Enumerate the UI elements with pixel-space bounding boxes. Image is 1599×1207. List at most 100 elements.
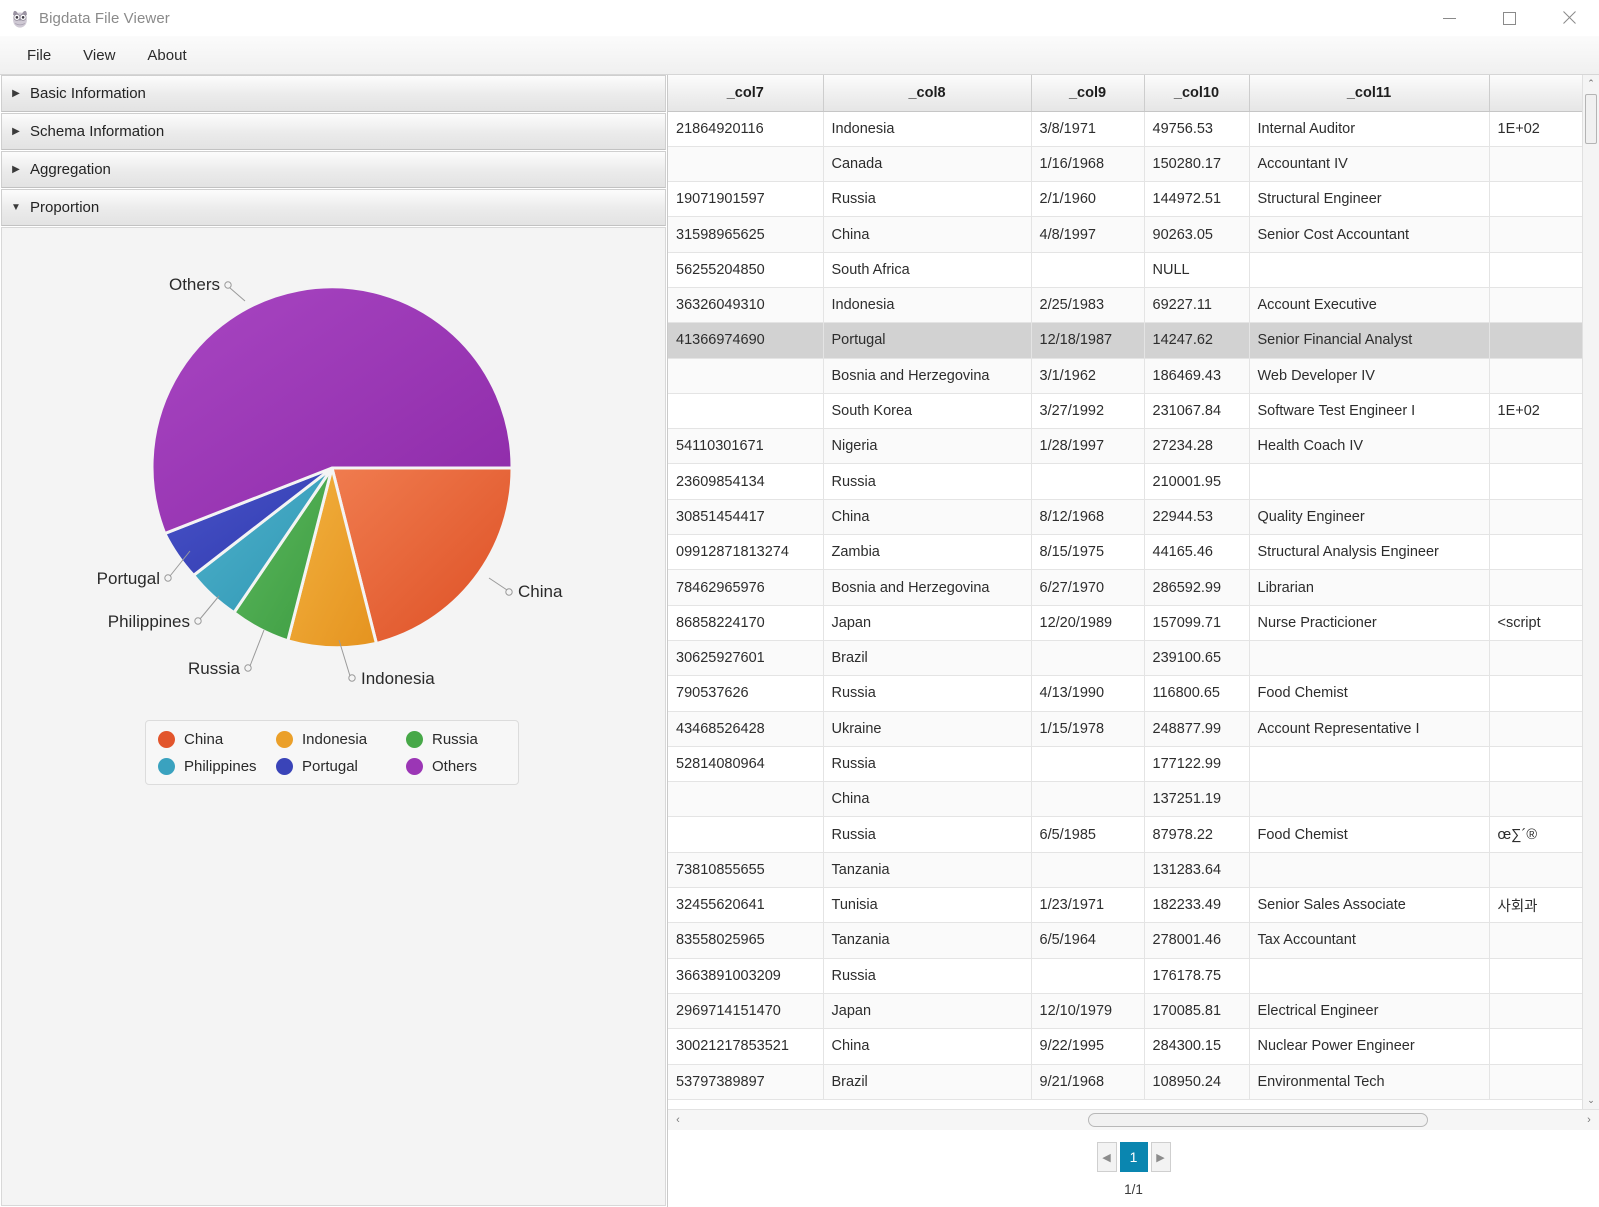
table-cell[interactable]: 239100.65 <box>1144 640 1250 677</box>
table-cell[interactable]: 3/1/1962 <box>1031 358 1145 394</box>
table-cell[interactable]: 157099.71 <box>1144 605 1250 641</box>
table-cell[interactable] <box>1489 358 1582 394</box>
table-cell[interactable]: 116800.65 <box>1144 675 1250 712</box>
table-cell[interactable]: 9/22/1995 <box>1031 1028 1145 1065</box>
table-cell[interactable]: Canada <box>823 146 1032 183</box>
table-cell[interactable]: NULL <box>1144 252 1250 288</box>
table-cell[interactable]: Russia <box>823 746 1032 783</box>
table-cell[interactable]: China <box>823 499 1032 536</box>
table-cell[interactable] <box>668 781 824 818</box>
table-cell[interactable] <box>1489 322 1582 359</box>
table-cell[interactable] <box>1489 569 1582 606</box>
scroll-left-icon[interactable]: ‹ <box>668 1114 688 1126</box>
table-cell[interactable]: 2/1/1960 <box>1031 181 1145 218</box>
table-row[interactable]: 21864920116 Indonesia 3/8/1971 49756.53 Inte… <box>668 111 1582 147</box>
table-cell[interactable]: 210001.95 <box>1144 463 1250 500</box>
table-cell[interactable]: 90263.05 <box>1144 216 1250 253</box>
table-cell[interactable]: Bosnia and Herzegovina <box>823 569 1032 606</box>
table-cell[interactable]: Indonesia <box>823 287 1032 324</box>
table-cell[interactable] <box>1489 499 1582 536</box>
table-cell[interactable]: Health Coach IV <box>1249 428 1490 465</box>
close-button[interactable] <box>1539 0 1599 36</box>
table-cell[interactable] <box>1249 640 1490 677</box>
table-row[interactable]: 56255204850 South Africa NULL <box>668 252 1582 288</box>
table-cell[interactable] <box>1489 922 1582 959</box>
table-row[interactable]: China 137251.19 <box>668 781 1582 818</box>
next-page-button[interactable]: ▶ <box>1150 1142 1171 1172</box>
table-cell[interactable] <box>1489 252 1582 288</box>
table-row[interactable]: 52814080964 Russia 177122.99 <box>668 746 1582 783</box>
table-cell[interactable]: Portugal <box>823 322 1032 359</box>
legend-item-philippines[interactable]: Philippines <box>158 758 257 775</box>
legend-item-others[interactable]: Others <box>406 758 477 775</box>
menu-file[interactable]: File <box>16 43 62 68</box>
table-cell[interactable]: 31598965625 <box>668 216 824 253</box>
table-cell[interactable] <box>1249 463 1490 500</box>
legend-item-china[interactable]: China <box>158 731 223 748</box>
table-cell[interactable]: Bosnia and Herzegovina <box>823 358 1032 394</box>
table-cell[interactable]: 12/18/1987 <box>1031 322 1145 359</box>
table-cell[interactable]: 137251.19 <box>1144 781 1250 818</box>
table-cell[interactable]: Indonesia <box>823 111 1032 147</box>
table-cell[interactable]: 2/25/1983 <box>1031 287 1145 324</box>
table-cell[interactable] <box>1249 852 1490 889</box>
table-cell[interactable] <box>1489 675 1582 712</box>
table-row[interactable]: 3663891003209 Russia 176178.75 <box>668 958 1582 994</box>
table-cell[interactable]: 6/5/1964 <box>1031 922 1145 959</box>
table-cell[interactable]: Russia <box>823 958 1032 994</box>
table-cell[interactable]: 182233.49 <box>1144 887 1250 924</box>
table-cell[interactable]: 73810855655 <box>668 852 824 889</box>
column-header-col12[interactable] <box>1489 75 1582 112</box>
table-cell[interactable]: 23609854134 <box>668 463 824 500</box>
table-cell[interactable] <box>1489 146 1582 183</box>
table-cell[interactable]: 32455620641 <box>668 887 824 924</box>
table-cell[interactable]: Senior Sales Associate <box>1249 887 1490 924</box>
menu-about[interactable]: About <box>136 43 197 68</box>
table-cell[interactable]: 12/20/1989 <box>1031 605 1145 641</box>
table-cell[interactable]: Senior Financial Analyst <box>1249 322 1490 359</box>
table-row[interactable]: 36326049310 Indonesia 2/25/1983 69227.11 Acc… <box>668 287 1582 324</box>
table-row[interactable]: 78462965976 Bosnia and Herzegovina 6/27/19… <box>668 569 1582 606</box>
table-cell[interactable] <box>1031 958 1145 994</box>
table-cell[interactable] <box>1249 746 1490 783</box>
table-cell[interactable]: 43468526428 <box>668 711 824 747</box>
table-cell[interactable]: 144972.51 <box>1144 181 1250 218</box>
table-cell[interactable] <box>1031 463 1145 500</box>
table-cell[interactable]: 87978.22 <box>1144 816 1250 853</box>
table-cell[interactable]: 1E+02 <box>1489 393 1582 430</box>
menu-view[interactable]: View <box>72 43 126 68</box>
table-cell[interactable] <box>668 393 824 430</box>
table-cell[interactable]: Ukraine <box>823 711 1032 747</box>
table-row[interactable]: 41366974690 Portugal 12/18/1987 14247.62 Sen… <box>668 322 1582 359</box>
table-cell[interactable] <box>1489 216 1582 253</box>
horizontal-scroll-track[interactable] <box>688 1110 1579 1130</box>
table-cell[interactable]: Account Representative I <box>1249 711 1490 747</box>
table-cell[interactable] <box>1031 746 1145 783</box>
table-row[interactable]: Russia 6/5/1985 87978.22 Food Chemist œ∑´® <box>668 816 1582 853</box>
table-cell[interactable] <box>1249 252 1490 288</box>
table-cell[interactable]: Quality Engineer <box>1249 499 1490 536</box>
table-cell[interactable]: 1/15/1978 <box>1031 711 1145 747</box>
table-cell[interactable]: 2969714151470 <box>668 993 824 1030</box>
table-row[interactable]: 19071901597 Russia 2/1/1960 144972.51 Struct… <box>668 181 1582 218</box>
table-cell[interactable] <box>1489 746 1582 783</box>
table-cell[interactable] <box>1489 640 1582 677</box>
table-row[interactable]: 23609854134 Russia 210001.95 <box>668 463 1582 500</box>
scroll-down-icon[interactable]: ⌄ <box>1583 1092 1599 1109</box>
table-cell[interactable]: Brazil <box>823 1064 1032 1100</box>
table-row[interactable]: 32455620641 Tunisia 1/23/1971 182233.49 Seni… <box>668 887 1582 924</box>
table-cell[interactable] <box>1489 993 1582 1030</box>
table-cell[interactable]: Tanzania <box>823 852 1032 889</box>
table-row[interactable]: Canada 1/16/1968 150280.17 Accountant IV <box>668 146 1582 183</box>
table-cell[interactable]: œ∑´® <box>1489 816 1582 853</box>
table-row[interactable]: 2969714151470 Japan 12/10/1979 170085.81 Ele… <box>668 993 1582 1030</box>
table-cell[interactable]: 1/23/1971 <box>1031 887 1145 924</box>
table-cell[interactable]: 4/13/1990 <box>1031 675 1145 712</box>
table-cell[interactable]: 131283.64 <box>1144 852 1250 889</box>
table-cell[interactable] <box>1489 852 1582 889</box>
table-cell[interactable]: 27234.28 <box>1144 428 1250 465</box>
table-cell[interactable]: Zambia <box>823 534 1032 571</box>
table-cell[interactable]: 21864920116 <box>668 111 824 147</box>
table-row[interactable]: 86858224170 Japan 12/20/1989 157099.71 Nurse… <box>668 605 1582 641</box>
table-cell[interactable]: Tunisia <box>823 887 1032 924</box>
